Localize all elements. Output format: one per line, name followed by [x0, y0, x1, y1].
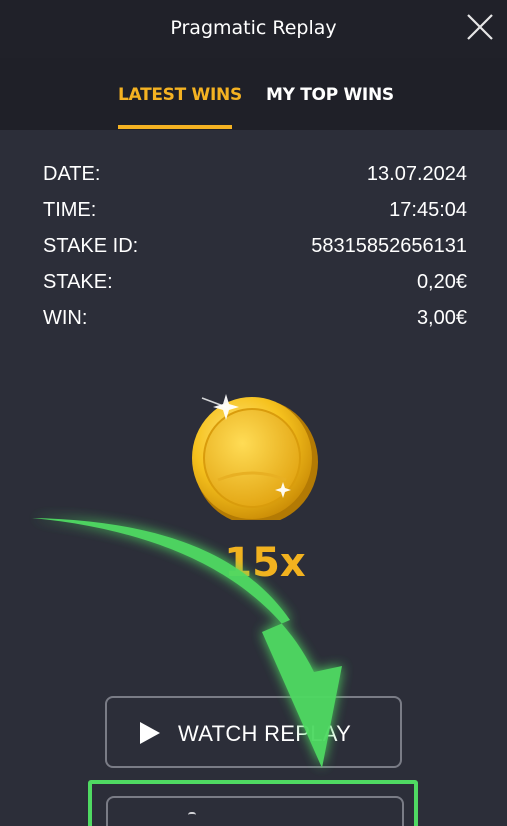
- active-tab-indicator: [118, 125, 232, 129]
- tab-bar: LATEST WINS MY TOP WINS: [0, 58, 507, 130]
- secondary-button[interactable]: [106, 796, 404, 826]
- window-title: Pragmatic Replay: [170, 17, 337, 39]
- win-details: DATE: 13.07.2024 TIME: 17:45:04 STAKE ID…: [43, 163, 467, 343]
- detail-value: 0,20€: [416, 271, 467, 293]
- close-icon: [467, 14, 493, 40]
- win-multiplier: 15x: [224, 540, 306, 586]
- detail-label: DATE:: [43, 163, 101, 185]
- detail-row-stake-id: STAKE ID: 58315852656131: [43, 235, 467, 271]
- title-bar: Pragmatic Replay: [0, 0, 507, 58]
- detail-label: STAKE ID:: [43, 235, 139, 257]
- close-button[interactable]: [463, 10, 497, 44]
- detail-value: 13.07.2024: [366, 163, 467, 185]
- play-icon: [140, 722, 160, 744]
- button-icon: [188, 812, 196, 818]
- watch-replay-label: WATCH REPLAY: [178, 721, 352, 746]
- watch-replay-button[interactable]: WATCH REPLAY: [105, 696, 402, 768]
- detail-value: 58315852656131: [311, 235, 467, 257]
- tab-latest-wins[interactable]: LATEST WINS: [118, 85, 242, 105]
- detail-row-stake: STAKE: 0,20€: [43, 271, 467, 307]
- detail-label: STAKE:: [43, 271, 113, 293]
- detail-label: WIN:: [43, 307, 88, 329]
- detail-row-date: DATE: 13.07.2024: [43, 163, 467, 199]
- detail-value: 17:45:04: [389, 199, 467, 221]
- replay-window: Pragmatic Replay LATEST WINS MY TOP WINS…: [0, 0, 507, 826]
- detail-row-win: WIN: 3,00€: [43, 307, 467, 343]
- detail-value: 3,00€: [416, 307, 467, 329]
- detail-row-time: TIME: 17:45:04: [43, 199, 467, 235]
- tab-my-top-wins[interactable]: MY TOP WINS: [266, 85, 394, 105]
- gold-coin-icon: [188, 380, 328, 525]
- detail-label: TIME:: [43, 199, 97, 221]
